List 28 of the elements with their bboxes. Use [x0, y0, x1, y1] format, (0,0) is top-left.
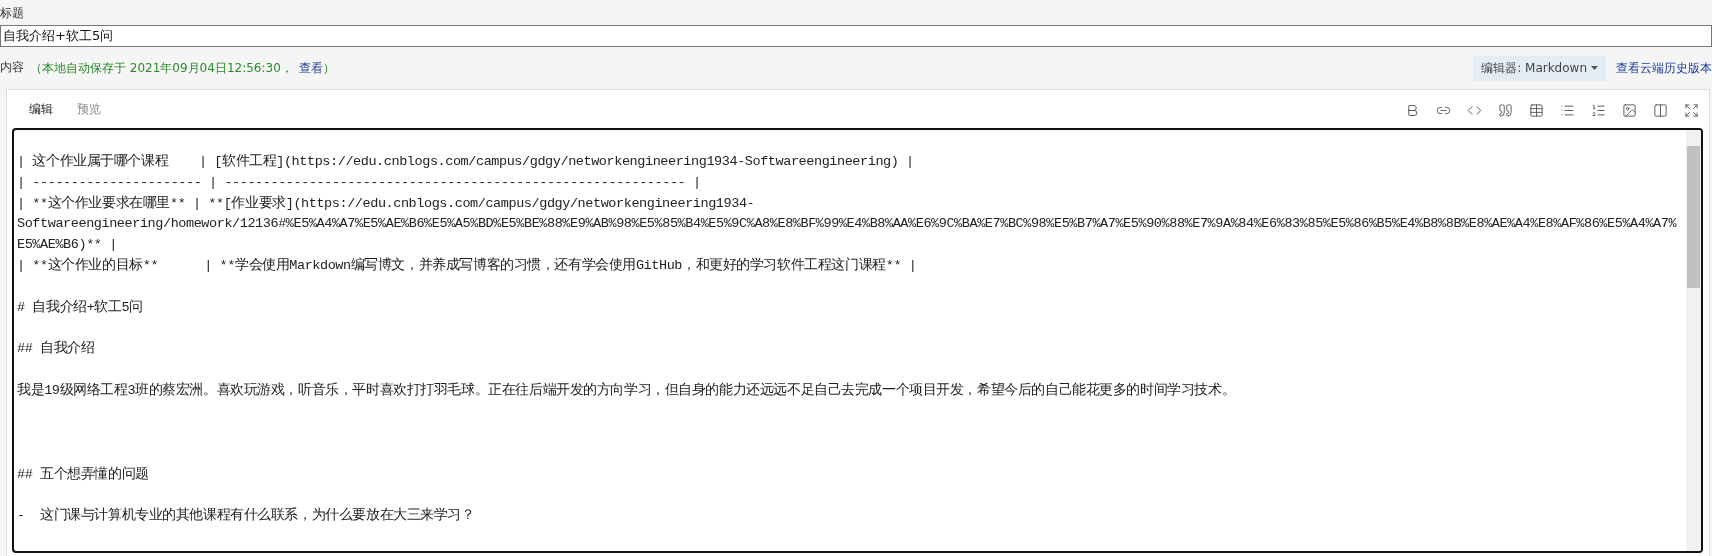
markdown-line: 我是19级网络工程3班的蔡宏洲。喜欢玩游戏，听音乐，平时喜欢打打羽毛球。正在往后端开发的方向学习，但自身的能力还远远不足自己去完成一个项目开发，希望今后的自己能花更多的时间学习技术。 [17, 381, 1236, 401]
title-label: 标题 [0, 5, 24, 20]
quote-icon[interactable] [1498, 102, 1513, 118]
editor-dropdown[interactable]: 编辑器: Markdown [1473, 55, 1606, 81]
markdown-line: | **这个作业要求在哪里** | **[作业要求](https://edu.cnblogs.com/campus/gdgy/networkengineering1934- Softwareengineering/homework/12136#%E5%A4%A7%E5%AE%B6%E5%A5%BD%E5%BE%88%E9%AB%98%E5%85%B4%E5%9C%A8%E8%BF%99%E4%B8%AA%E6%9C%BA%E7%BC%98%E5%B7%A7%E5%90%88%E7%9A%84%E6%83%85%E5%86%B5%E4%B8%8B%E8%AE%A4%E8%AF%86%E5%A4%A7% E5%AE%B6)** | [17, 194, 1677, 255]
editor-tab[interactable]: 编辑 [21, 96, 61, 124]
fullscreen-icon[interactable] [1684, 102, 1699, 118]
markdown-line: ## 五个想弄懂的问题 [17, 465, 149, 484]
split-view-icon[interactable] [1653, 102, 1668, 118]
markdown-line: # 自我介绍+软工5问 [17, 298, 143, 317]
image-icon[interactable] [1622, 102, 1637, 118]
list-icon[interactable] [1560, 102, 1575, 118]
caret-icon [1591, 66, 1598, 70]
table-icon[interactable] [1529, 102, 1544, 118]
history-link[interactable]: 查看云端历史版本 [1616, 59, 1712, 77]
numbered-list-icon[interactable] [1591, 102, 1606, 118]
markdown-line: | 这个作业属于哪个课程 | [软件工程](https://edu.cnblogs.com/campus/gdgy/networkengineering1934-Softwareengineering) | [17, 152, 914, 171]
title-input[interactable]: 自我介绍+软工5问 [0, 25, 1712, 47]
markdown-line: | **这个作业的目标** | **学会使用Markdown编写博文，并养成写博客的习惯，还有学会使用GitHub，和更好的学习软件工程这门课程** | [17, 256, 917, 276]
autosave-note: （本地自动保存于 2021年09月04日12:56:30， 查看） [30, 59, 335, 77]
scrollbar[interactable] [1686, 130, 1701, 551]
editor-tab[interactable]: 预览 [69, 96, 109, 124]
content-label: 内容 [0, 59, 24, 74]
markdown-line: - 这门课与计算机专业的其他课程有什么联系，为什么要放在大三来学习？ [17, 506, 475, 526]
markdown-line: | ---------------------- | ------------------------------------------------------------ | [17, 173, 701, 192]
bold-icon[interactable] [1405, 102, 1420, 118]
view-link[interactable]: 查看 [298, 60, 323, 75]
markdown-line: ## 自我介绍 [17, 339, 95, 359]
